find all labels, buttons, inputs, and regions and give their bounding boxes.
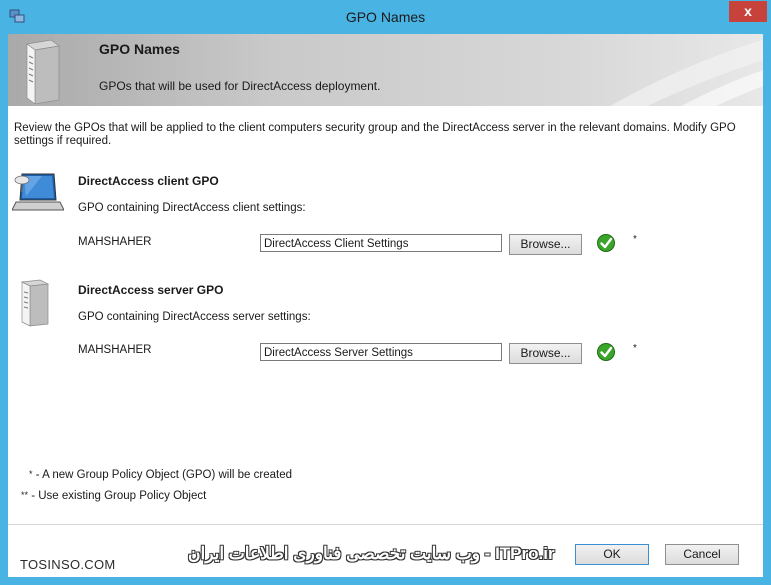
server-tower-icon xyxy=(26,39,60,104)
dialog-window: GPO Names x GPO Names GPOs that will be … xyxy=(0,0,771,585)
server-check-icon xyxy=(597,343,615,361)
server-gpo-input[interactable]: DirectAccess Server Settings xyxy=(260,343,502,361)
cancel-button[interactable]: Cancel xyxy=(665,544,739,565)
server-gpo-domain: MAHSHAHER xyxy=(78,344,152,356)
legend-new-gpo: * - A new Group Policy Object (GPO) will… xyxy=(29,469,292,481)
client-gpo-heading: DirectAccess client GPO xyxy=(78,174,219,188)
close-button[interactable]: x xyxy=(729,1,767,22)
intro-text-line2: settings if required. xyxy=(14,135,112,147)
server-icon xyxy=(20,279,50,327)
server-gpo-marker: * xyxy=(633,343,637,354)
header-decoration xyxy=(609,39,763,106)
intro-text-line1: Review the GPOs that will be applied to … xyxy=(14,122,736,134)
header-subtitle: GPOs that will be used for DirectAccess … xyxy=(99,79,381,93)
client-gpo-description: GPO containing DirectAccess client setti… xyxy=(78,202,306,214)
watermark-itpro: ITPro.ir - وب سایت تخصصی فناوری اطلاعات … xyxy=(188,544,555,563)
ok-button[interactable]: OK xyxy=(575,544,649,565)
server-gpo-heading: DirectAccess server GPO xyxy=(78,283,224,297)
legend-existing-text: - Use existing Group Policy Object xyxy=(28,490,207,502)
close-icon: x xyxy=(744,3,752,19)
legend-existing-gpo: ** - Use existing Group Policy Object xyxy=(21,490,206,502)
client-check-icon xyxy=(597,234,615,252)
legend-new-text: - A new Group Policy Object (GPO) will b… xyxy=(32,469,293,481)
window-title: GPO Names xyxy=(345,9,426,25)
laptop-icon xyxy=(12,173,64,211)
server-browse-button[interactable]: Browse... xyxy=(509,343,582,364)
client-gpo-domain: MAHSHAHER xyxy=(78,236,152,248)
wizard-header: GPO Names GPOs that will be used for Dir… xyxy=(8,34,763,106)
watermark-tosinso: TOSINSO.COM xyxy=(20,557,116,572)
legend-existing-marker: ** xyxy=(21,490,29,500)
footer-divider xyxy=(8,524,763,525)
server-gpo-description: GPO containing DirectAccess server setti… xyxy=(78,311,311,323)
title-bar: GPO Names x xyxy=(0,0,771,34)
client-browse-button[interactable]: Browse... xyxy=(509,234,582,255)
header-title: GPO Names xyxy=(99,41,180,57)
dialog-content: GPO Names GPOs that will be used for Dir… xyxy=(8,34,763,577)
client-gpo-marker: * xyxy=(633,234,637,245)
client-gpo-input[interactable]: DirectAccess Client Settings xyxy=(260,234,502,252)
